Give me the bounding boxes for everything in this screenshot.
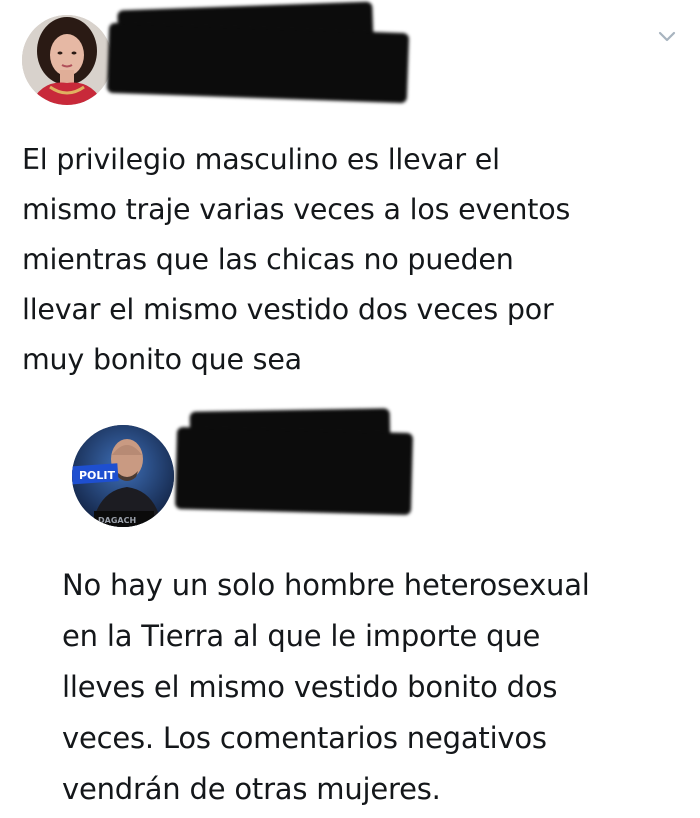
redacted-handle [174, 426, 414, 516]
avatar-man[interactable]: POLIT DAGACH [72, 425, 174, 527]
caption-text: DAGACH [98, 516, 136, 525]
badge-text: POLIT [79, 469, 116, 482]
redacted-handle [106, 22, 410, 104]
chevron-down-icon[interactable] [655, 24, 679, 48]
tweet-reply[interactable]: POLIT DAGACH No hay un solo hombre heter… [0, 400, 700, 818]
tweet-text: El privilegio masculino es llevar el mis… [22, 143, 571, 376]
tweet-original[interactable]: El privilegio masculino es llevar el mis… [0, 0, 700, 400]
avatar-woman[interactable] [22, 15, 112, 105]
tweet-text: No hay un solo hombre heterosexual en la… [62, 568, 590, 806]
